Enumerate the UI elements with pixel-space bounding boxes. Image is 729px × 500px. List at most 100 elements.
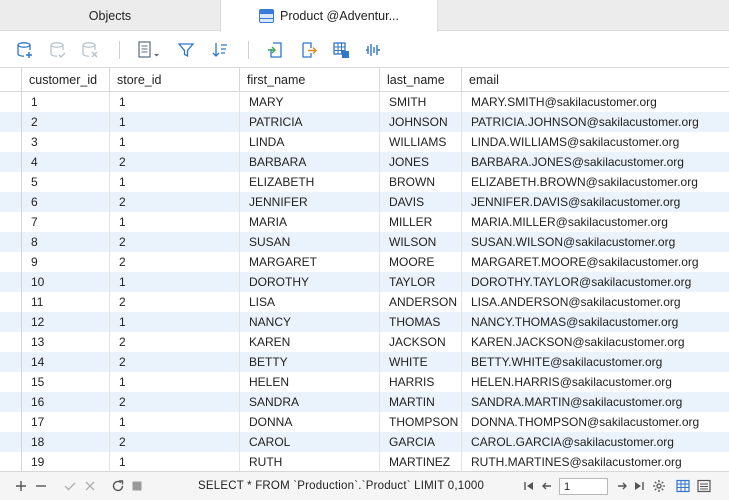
export-icon[interactable] <box>298 40 318 60</box>
text-format-icon[interactable] <box>135 40 163 60</box>
cell-email[interactable]: MARIA.MILLER@sakilacustomer.org <box>462 212 729 232</box>
cell-email[interactable]: PATRICIA.JOHNSON@sakilacustomer.org <box>462 112 729 132</box>
cell-store-id[interactable]: 1 <box>110 132 240 152</box>
cell-store-id[interactable]: 1 <box>110 112 240 132</box>
cell-first-name[interactable]: ELIZABETH <box>240 172 380 192</box>
cell-first-name[interactable]: MARIA <box>240 212 380 232</box>
refresh-button[interactable] <box>111 478 125 494</box>
cell-last-name[interactable]: HARRIS <box>380 372 462 392</box>
row-selector[interactable] <box>0 352 22 372</box>
row-selector[interactable] <box>0 292 22 312</box>
cell-first-name[interactable]: NANCY <box>240 312 380 332</box>
cell-last-name[interactable]: MILLER <box>380 212 462 232</box>
table-row[interactable]: 15 1 HELEN HARRIS HELEN.HARRIS@sakilacustome… <box>0 372 729 392</box>
cell-store-id[interactable]: 1 <box>110 452 240 471</box>
discard-changes-button[interactable] <box>83 478 97 494</box>
row-selector[interactable] <box>0 232 22 252</box>
cell-email[interactable]: KAREN.JACKSON@sakilacustomer.org <box>462 332 729 352</box>
chart-icon[interactable] <box>363 40 383 60</box>
cell-customer-id[interactable]: 18 <box>22 432 110 452</box>
cell-last-name[interactable]: MARTIN <box>380 392 462 412</box>
cell-first-name[interactable]: DONNA <box>240 412 380 432</box>
save-record-icon[interactable] <box>48 40 68 60</box>
cell-last-name[interactable]: MOORE <box>380 252 462 272</box>
cell-email[interactable]: LISA.ANDERSON@sakilacustomer.org <box>462 292 729 312</box>
column-header-store-id[interactable]: store_id <box>110 68 240 92</box>
cell-last-name[interactable]: JOHNSON <box>380 112 462 132</box>
cell-email[interactable]: SANDRA.MARTIN@sakilacustomer.org <box>462 392 729 412</box>
data-generator-icon[interactable] <box>331 40 351 60</box>
cell-store-id[interactable]: 2 <box>110 352 240 372</box>
next-page-icon[interactable] <box>615 478 629 494</box>
column-header-last-name[interactable]: last_name <box>380 68 462 92</box>
cell-email[interactable]: LINDA.WILLIAMS@sakilacustomer.org <box>462 132 729 152</box>
table-row[interactable]: 9 2 MARGARET MOORE MARGARET.MOORE@sakilacust… <box>0 252 729 272</box>
cell-store-id[interactable]: 2 <box>110 152 240 172</box>
add-record-icon[interactable] <box>15 40 35 60</box>
form-view-icon[interactable] <box>697 478 711 494</box>
cell-first-name[interactable]: KAREN <box>240 332 380 352</box>
cell-store-id[interactable]: 2 <box>110 192 240 212</box>
cell-last-name[interactable]: WHITE <box>380 352 462 372</box>
cell-first-name[interactable]: DOROTHY <box>240 272 380 292</box>
cell-customer-id[interactable]: 1 <box>22 92 110 112</box>
row-selector[interactable] <box>0 132 22 152</box>
cell-first-name[interactable]: CAROL <box>240 432 380 452</box>
table-row[interactable]: 3 1 LINDA WILLIAMS LINDA.WILLIAMS@sakilacust… <box>0 132 729 152</box>
cell-first-name[interactable]: BARBARA <box>240 152 380 172</box>
row-selector[interactable] <box>0 172 22 192</box>
cell-store-id[interactable]: 2 <box>110 232 240 252</box>
cell-last-name[interactable]: THOMAS <box>380 312 462 332</box>
table-row[interactable]: 6 2 JENNIFER DAVIS JENNIFER.DAVIS@sakilacust… <box>0 192 729 212</box>
apply-changes-button[interactable] <box>63 478 77 494</box>
cell-first-name[interactable]: RUTH <box>240 452 380 471</box>
cell-customer-id[interactable]: 7 <box>22 212 110 232</box>
row-selector[interactable] <box>0 152 22 172</box>
cell-last-name[interactable]: THOMPSON <box>380 412 462 432</box>
cell-last-name[interactable]: ANDERSON <box>380 292 462 312</box>
cell-email[interactable]: HELEN.HARRIS@sakilacustomer.org <box>462 372 729 392</box>
cell-customer-id[interactable]: 14 <box>22 352 110 372</box>
column-header-email[interactable]: email <box>462 68 729 92</box>
cell-first-name[interactable]: HELEN <box>240 372 380 392</box>
cell-customer-id[interactable]: 9 <box>22 252 110 272</box>
row-selector[interactable] <box>0 92 22 112</box>
cell-customer-id[interactable]: 3 <box>22 132 110 152</box>
sort-icon[interactable] <box>210 40 230 60</box>
cell-email[interactable]: ELIZABETH.BROWN@sakilacustomer.org <box>462 172 729 192</box>
table-row[interactable]: 1 1 MARY SMITH MARY.SMITH@sakilacustomer.org <box>0 92 729 112</box>
table-row[interactable]: 8 2 SUSAN WILSON SUSAN.WILSON@sakilacustomer… <box>0 232 729 252</box>
table-row[interactable]: 18 2 CAROL GARCIA CAROL.GARCIA@sakilacustome… <box>0 432 729 452</box>
cell-store-id[interactable]: 1 <box>110 372 240 392</box>
cell-customer-id[interactable]: 11 <box>22 292 110 312</box>
table-row[interactable]: 16 2 SANDRA MARTIN SANDRA.MARTIN@sakilacusto… <box>0 392 729 412</box>
cell-last-name[interactable]: JACKSON <box>380 332 462 352</box>
cell-email[interactable]: SUSAN.WILSON@sakilacustomer.org <box>462 232 729 252</box>
tab-product[interactable]: Product @Adventur... <box>220 0 438 32</box>
cell-last-name[interactable]: GARCIA <box>380 432 462 452</box>
cell-email[interactable]: CAROL.GARCIA@sakilacustomer.org <box>462 432 729 452</box>
table-row[interactable]: 19 1 RUTH MARTINEZ RUTH.MARTINES@sakilacusto… <box>0 452 729 471</box>
row-selector[interactable] <box>0 412 22 432</box>
cell-last-name[interactable]: MARTINEZ <box>380 452 462 471</box>
cell-customer-id[interactable]: 17 <box>22 412 110 432</box>
table-row[interactable]: 13 2 KAREN JACKSON KAREN.JACKSON@sakilacusto… <box>0 332 729 352</box>
table-row[interactable]: 7 1 MARIA MILLER MARIA.MILLER@sakilacustomer… <box>0 212 729 232</box>
row-selector[interactable] <box>0 212 22 232</box>
last-page-icon[interactable] <box>632 478 646 494</box>
filter-icon[interactable] <box>176 40 196 60</box>
page-number-input[interactable] <box>559 478 608 495</box>
cell-email[interactable]: DONNA.THOMPSON@sakilacustomer.org <box>462 412 729 432</box>
cell-last-name[interactable]: TAYLOR <box>380 272 462 292</box>
cell-email[interactable]: JENNIFER.DAVIS@sakilacustomer.org <box>462 192 729 212</box>
cell-customer-id[interactable]: 4 <box>22 152 110 172</box>
row-selector[interactable] <box>0 372 22 392</box>
cell-store-id[interactable]: 1 <box>110 412 240 432</box>
table-row[interactable]: 11 2 LISA ANDERSON LISA.ANDERSON@sakilacusto… <box>0 292 729 312</box>
table-row[interactable]: 17 1 DONNA THOMPSON DONNA.THOMPSON@sakilacus… <box>0 412 729 432</box>
cell-customer-id[interactable]: 10 <box>22 272 110 292</box>
table-row[interactable]: 14 2 BETTY WHITE BETTY.WHITE@sakilacustomer.… <box>0 352 729 372</box>
stop-button[interactable] <box>130 478 144 494</box>
cell-last-name[interactable]: BROWN <box>380 172 462 192</box>
row-selector[interactable] <box>0 112 22 132</box>
